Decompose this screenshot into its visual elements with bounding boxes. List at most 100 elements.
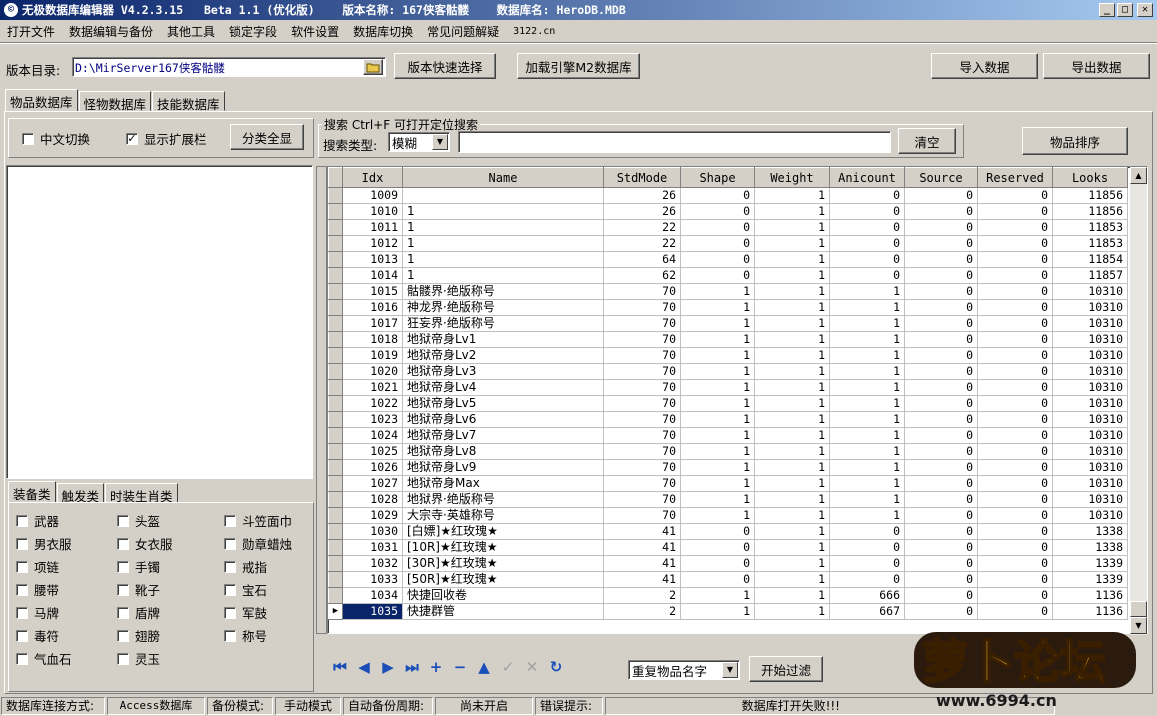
- cell-stdmode[interactable]: 64: [603, 251, 681, 268]
- cell-shape[interactable]: 1: [680, 315, 755, 332]
- cell-source[interactable]: 0: [904, 187, 978, 204]
- table-row[interactable]: 1012 1 22 0 1 0 0 0 11853: [328, 235, 1128, 252]
- cell-weight[interactable]: 1: [754, 523, 830, 540]
- cell-looks[interactable]: 10310: [1052, 315, 1128, 332]
- category-checkbox[interactable]: 毒符: [16, 626, 59, 645]
- scroll-up-icon[interactable]: ▲: [1130, 167, 1147, 184]
- cell-looks[interactable]: 1338: [1052, 523, 1128, 540]
- cell-idx[interactable]: 1025: [342, 443, 403, 460]
- cell-stdmode[interactable]: 70: [603, 411, 681, 428]
- cell-idx[interactable]: 1011: [342, 219, 403, 236]
- cell-source[interactable]: 0: [904, 379, 978, 396]
- col-idx[interactable]: Idx: [342, 167, 403, 188]
- cell-source[interactable]: 0: [904, 523, 978, 540]
- cell-shape[interactable]: 1: [680, 363, 755, 380]
- cell-source[interactable]: 0: [904, 235, 978, 252]
- cell-name[interactable]: [10R]★红玫瑰★: [402, 539, 604, 556]
- cell-shape[interactable]: 0: [680, 219, 755, 236]
- cell-name[interactable]: 地狱帝身Lv8: [402, 443, 604, 460]
- cell-stdmode[interactable]: 70: [603, 347, 681, 364]
- category-checkbox[interactable]: 女衣服: [117, 534, 173, 553]
- cell-anicount[interactable]: 1: [829, 347, 905, 364]
- next-record-icon[interactable]: ▶: [378, 657, 398, 677]
- cell-name[interactable]: 快捷回收卷: [402, 587, 604, 604]
- last-record-icon[interactable]: ⏭: [402, 657, 422, 677]
- row-indicator[interactable]: [328, 299, 343, 316]
- cell-anicount[interactable]: 0: [829, 267, 905, 284]
- cell-name[interactable]: 1: [402, 267, 604, 284]
- cell-idx[interactable]: 1024: [342, 427, 403, 444]
- category-checkbox[interactable]: 称号: [224, 626, 267, 645]
- cell-anicount[interactable]: 1: [829, 459, 905, 476]
- show-ext-checkbox[interactable]: ✓ 显示扩展栏: [126, 129, 207, 148]
- cell-name[interactable]: [50R]★红玫瑰★: [402, 571, 604, 588]
- cell-name[interactable]: 快捷群管: [402, 603, 604, 620]
- cell-shape[interactable]: 1: [680, 443, 755, 460]
- cell-reserved[interactable]: 0: [977, 267, 1053, 284]
- menu-site-link[interactable]: 3122.cn: [506, 26, 562, 37]
- cell-anicount[interactable]: 666: [829, 587, 905, 604]
- table-row[interactable]: 1033 [50R]★红玫瑰★ 41 0 1 0 0 0 1339: [328, 571, 1128, 588]
- cell-looks[interactable]: 1338: [1052, 539, 1128, 556]
- cell-idx[interactable]: 1031: [342, 539, 403, 556]
- cell-anicount[interactable]: 1: [829, 315, 905, 332]
- cell-idx[interactable]: 1035: [342, 603, 403, 620]
- cell-source[interactable]: 0: [904, 363, 978, 380]
- cell-anicount[interactable]: 0: [829, 523, 905, 540]
- cell-source[interactable]: 0: [904, 603, 978, 620]
- cell-reserved[interactable]: 0: [977, 203, 1053, 220]
- cell-stdmode[interactable]: 26: [603, 203, 681, 220]
- cell-weight[interactable]: 1: [754, 347, 830, 364]
- cell-source[interactable]: 0: [904, 395, 978, 412]
- cell-stdmode[interactable]: 2: [603, 587, 681, 604]
- cell-looks[interactable]: 1339: [1052, 571, 1128, 588]
- row-indicator[interactable]: [328, 459, 343, 476]
- cell-weight[interactable]: 1: [754, 587, 830, 604]
- cell-stdmode[interactable]: 70: [603, 395, 681, 412]
- cell-idx[interactable]: 1010: [342, 203, 403, 220]
- cell-source[interactable]: 0: [904, 251, 978, 268]
- cell-looks[interactable]: 10310: [1052, 475, 1128, 492]
- cell-shape[interactable]: 1: [680, 587, 755, 604]
- table-row[interactable]: 1015 骷髅界·绝版称号 70 1 1 1 0 0 10310: [328, 283, 1128, 300]
- cell-looks[interactable]: 10310: [1052, 411, 1128, 428]
- table-row[interactable]: 1031 [10R]★红玫瑰★ 41 0 1 0 0 0 1338: [328, 539, 1128, 556]
- cell-reserved[interactable]: 0: [977, 331, 1053, 348]
- cell-stdmode[interactable]: 22: [603, 235, 681, 252]
- menu-other-tools[interactable]: 其他工具: [160, 23, 222, 40]
- cell-idx[interactable]: 1021: [342, 379, 403, 396]
- cell-reserved[interactable]: 0: [977, 523, 1053, 540]
- cell-source[interactable]: 0: [904, 315, 978, 332]
- category-checkbox[interactable]: 头盔: [117, 511, 160, 530]
- splitter[interactable]: [316, 166, 327, 634]
- cell-anicount[interactable]: 1: [829, 491, 905, 508]
- sort-items-button[interactable]: 物品排序: [1022, 127, 1128, 155]
- cell-idx[interactable]: 1014: [342, 267, 403, 284]
- tab-fashion[interactable]: 时装生肖类: [105, 483, 178, 504]
- row-indicator[interactable]: [328, 443, 343, 460]
- cell-stdmode[interactable]: 41: [603, 571, 681, 588]
- cell-looks[interactable]: 10310: [1052, 395, 1128, 412]
- menu-open-file[interactable]: 打开文件: [0, 23, 62, 40]
- table-row[interactable]: 1011 1 22 0 1 0 0 0 11853: [328, 219, 1128, 236]
- cell-weight[interactable]: 1: [754, 235, 830, 252]
- cell-source[interactable]: 0: [904, 299, 978, 316]
- row-indicator[interactable]: [328, 235, 343, 252]
- category-checkbox[interactable]: 项链: [16, 557, 59, 576]
- import-button[interactable]: 导入数据: [931, 53, 1038, 79]
- cell-shape[interactable]: 1: [680, 299, 755, 316]
- cell-source[interactable]: 0: [904, 587, 978, 604]
- quick-select-button[interactable]: 版本快速选择: [394, 53, 496, 79]
- cell-weight[interactable]: 1: [754, 491, 830, 508]
- cell-idx[interactable]: 1027: [342, 475, 403, 492]
- cell-idx[interactable]: 1029: [342, 507, 403, 524]
- cell-reserved[interactable]: 0: [977, 587, 1053, 604]
- cell-source[interactable]: 0: [904, 331, 978, 348]
- cell-anicount[interactable]: 0: [829, 219, 905, 236]
- cell-name[interactable]: 1: [402, 251, 604, 268]
- cell-shape[interactable]: 0: [680, 251, 755, 268]
- category-checkbox[interactable]: 勋章蜡烛: [224, 534, 292, 553]
- prev-record-icon[interactable]: ◀: [354, 657, 374, 677]
- chinese-switch-checkbox[interactable]: 中文切换: [22, 129, 90, 148]
- cell-source[interactable]: 0: [904, 219, 978, 236]
